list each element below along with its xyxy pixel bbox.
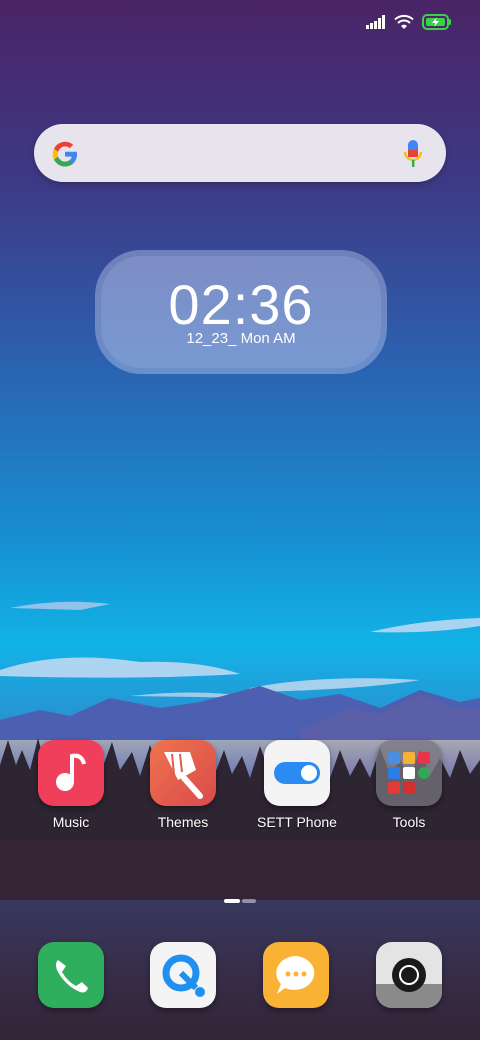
clock-date: 12_23_ Mon AM [186, 330, 296, 347]
page-dot-active [224, 899, 240, 903]
browser-icon[interactable] [150, 942, 216, 1008]
wifi-icon [394, 14, 414, 29]
status-bar [366, 10, 452, 34]
google-search-bar[interactable] [34, 124, 446, 182]
page-indicator[interactable] [224, 899, 256, 903]
app-music[interactable]: Music [26, 740, 116, 830]
app-label: Music [52, 814, 90, 830]
music-icon [38, 740, 104, 806]
mic-icon[interactable] [402, 138, 424, 170]
paintbrush-icon [150, 740, 216, 806]
phone-icon[interactable] [38, 942, 104, 1008]
app-label: Themes [157, 814, 209, 830]
app-folder-tools[interactable]: Tools [364, 740, 454, 830]
clock-time: 02:36 [168, 273, 314, 336]
google-logo-icon [52, 141, 77, 167]
messages-icon[interactable] [263, 942, 329, 1008]
camera-icon[interactable] [376, 942, 442, 1008]
app-label: Tools [392, 814, 426, 830]
toggle-icon [264, 740, 330, 806]
battery-charging-icon [422, 14, 451, 30]
app-themes[interactable]: Themes [138, 740, 228, 830]
page-dot [242, 899, 256, 903]
clock-widget[interactable]: 02:36 12_23_ Mon AM [95, 250, 387, 374]
signal-icon [366, 15, 385, 29]
app-sett-phone[interactable]: SETT Phone [252, 740, 342, 830]
folder-icon [376, 740, 442, 806]
app-label: SETT Phone [257, 814, 337, 830]
